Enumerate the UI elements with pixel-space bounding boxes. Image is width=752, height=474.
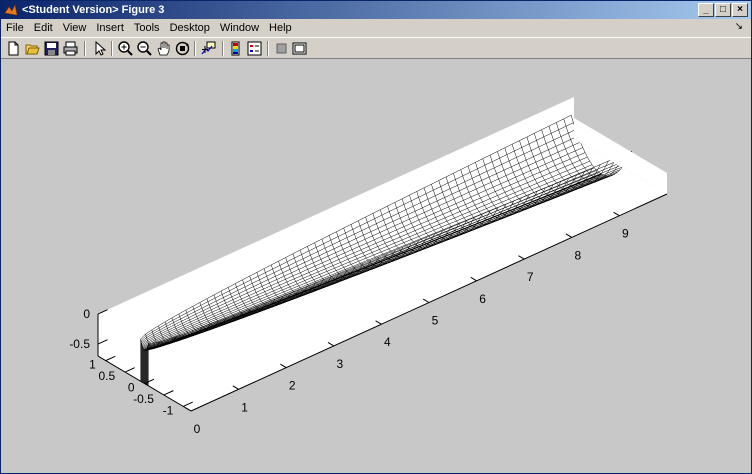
x-tick-label: 9 xyxy=(622,227,629,241)
x-tick-label: 2 xyxy=(289,379,296,393)
select-arrow-icon[interactable] xyxy=(91,40,108,57)
data-cursor-icon[interactable] xyxy=(200,40,217,57)
y-tick-label: -0.5 xyxy=(133,392,154,406)
menu-insert[interactable]: Insert xyxy=(91,22,129,34)
z-tick-label: 0 xyxy=(83,307,90,321)
minimize-button[interactable]: _ xyxy=(698,3,714,17)
new-figure-icon[interactable] xyxy=(5,40,22,57)
x-tick-label: 8 xyxy=(574,248,581,262)
hide-plot-tools-icon[interactable] xyxy=(273,40,290,57)
rotate-3d-icon[interactable] xyxy=(174,40,191,57)
menu-help[interactable]: Help xyxy=(264,22,297,34)
menu-window[interactable]: Window xyxy=(215,22,264,34)
y-tick-label: 0.5 xyxy=(98,369,115,383)
matlab-logo-icon xyxy=(4,4,18,16)
x-tick-label: 3 xyxy=(336,357,343,371)
figure-canvas[interactable]: 0 1 2 3 4 5 6 7 8 9 1 0.5 0 -0.5 -1 0 -0.5 xyxy=(1,59,751,473)
print-icon[interactable] xyxy=(62,40,79,57)
surface-plot[interactable]: 012345678910.50-0.5-10-0.5 xyxy=(1,59,751,473)
x-tick-label: 1 xyxy=(241,400,248,414)
zoom-in-icon[interactable] xyxy=(117,40,134,57)
menu-file[interactable]: File xyxy=(1,22,29,34)
toolbar-separator xyxy=(111,41,113,56)
colorbar-icon[interactable] xyxy=(227,40,244,57)
figure-window: <Student Version> Figure 3 _ □ × File Ed… xyxy=(0,0,752,474)
show-plot-tools-icon[interactable] xyxy=(291,40,308,57)
maximize-button[interactable]: □ xyxy=(715,3,731,17)
toolbar-separator xyxy=(267,41,269,56)
axes-floor xyxy=(98,139,667,411)
z-tick-label: -0.5 xyxy=(69,337,90,351)
zoom-out-icon[interactable] xyxy=(136,40,153,57)
x-tick-label: 6 xyxy=(479,292,486,306)
toolbar-separator xyxy=(194,41,196,56)
x-tick-label: 5 xyxy=(432,314,439,328)
menu-desktop[interactable]: Desktop xyxy=(165,22,215,34)
title-bar[interactable]: <Student Version> Figure 3 _ □ × xyxy=(1,1,751,19)
open-file-icon[interactable] xyxy=(24,40,41,57)
toolbar-separator xyxy=(84,41,86,56)
menu-edit[interactable]: Edit xyxy=(29,22,58,34)
close-button[interactable]: × xyxy=(732,3,748,17)
menu-view[interactable]: View xyxy=(58,22,92,34)
window-title: <Student Version> Figure 3 xyxy=(22,4,165,16)
legend-icon[interactable] xyxy=(246,40,263,57)
dock-arrow-icon[interactable]: ↘ xyxy=(735,21,743,32)
save-icon[interactable] xyxy=(43,40,60,57)
figure-toolbar xyxy=(1,37,751,59)
menu-bar: File Edit View Insert Tools Desktop Wind… xyxy=(1,19,751,37)
menu-tools[interactable]: Tools xyxy=(129,22,165,34)
y-tick-label: 1 xyxy=(89,358,96,372)
x-tick-label: 7 xyxy=(527,270,534,284)
y-tick-label: -1 xyxy=(163,403,174,417)
pan-hand-icon[interactable] xyxy=(155,40,172,57)
x-tick-label: 4 xyxy=(384,335,391,349)
x-tick-label: 0 xyxy=(194,422,201,436)
toolbar-separator xyxy=(222,41,224,56)
